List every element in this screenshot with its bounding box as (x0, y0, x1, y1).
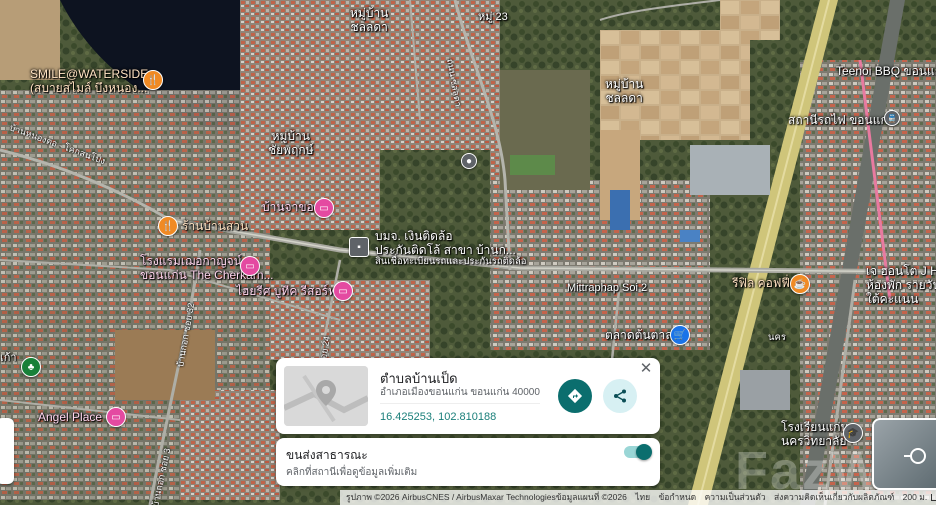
toggle-knob (636, 444, 652, 460)
layer-toggle-thumbnail[interactable] (872, 418, 936, 490)
card-divider (380, 403, 540, 404)
directions-button[interactable] (558, 379, 592, 413)
imagery-attribution: รูปภาพ ©2026 AirbusCNES / AirbusMaxar Te… (346, 492, 627, 502)
street-view-thumbnail[interactable] (0, 418, 14, 484)
close-icon: ✕ (639, 360, 653, 377)
transit-subtitle: คลิกที่สถานีเพื่อดูข้อมูลเพิ่มเติม (286, 467, 418, 478)
label-ngoen-tid-lor-sub: สินเชื่อทะเบียนรถและประกันรถติดล้อ (375, 256, 527, 267)
label-banjachong[interactable]: บ้านจาของ (262, 200, 320, 214)
share-button[interactable] (603, 379, 637, 413)
hotel-pin-icon[interactable]: ▭ (240, 256, 260, 276)
label-nakon: นคร (768, 332, 786, 343)
label-rifle-coffee[interactable]: รีฟิล คอฟฟี่ (732, 276, 790, 290)
label-angel-place[interactable]: Angel Place (38, 410, 102, 424)
restaurant-pin-icon[interactable]: 🍴 (158, 216, 178, 236)
privacy-link[interactable]: ความเป็นส่วนตัว (705, 492, 766, 502)
label-moo-23[interactable]: หมู่ 23 (478, 11, 508, 24)
hotel-pin-icon[interactable]: ▭ (314, 198, 334, 218)
map-footer: รูปภาพ ©2026 AirbusCNES / AirbusMaxar Te… (340, 490, 936, 505)
label-teenoi-bbq[interactable]: Teenoi BBQ ขอนแก่ (836, 64, 936, 78)
directions-icon (567, 388, 583, 404)
scale-bar (931, 494, 936, 502)
label-left-edge: เก้า (0, 352, 17, 364)
label-village-chaiyaphruek[interactable]: หมู่บ้าน ชัยพฤกษ์ (268, 129, 314, 157)
share-icon (614, 389, 626, 403)
restaurant-pin-icon[interactable]: 🍴 (143, 70, 163, 90)
hotel-pin-icon[interactable]: ▭ (333, 281, 353, 301)
label-village-chonlada-top[interactable]: หมู่บ้าน ชลลดา (350, 6, 388, 34)
label-ngoen-tid-lor[interactable]: บมจ. เงินติดล้อ ประกันติดโล้ สาขา บ้านก.… (375, 229, 516, 257)
train-pin-icon[interactable]: 🚆 (884, 110, 900, 126)
location-pin-icon[interactable]: ● (461, 153, 477, 169)
feedback-link[interactable]: ส่งความคิดเห็นเกี่ยวกับผลิตภัณฑ์ (774, 492, 894, 502)
shopping-pin-icon[interactable]: 🛒 (670, 325, 690, 345)
map-placeholder-icon (284, 366, 368, 426)
scale-label[interactable]: 200 ม. (903, 492, 928, 502)
label-village-chonlada-right[interactable]: หมู่บ้าน ชลลดา (605, 77, 643, 105)
label-railway-station[interactable]: สถานีรถไฟ ขอนแก่น (788, 113, 896, 127)
close-button[interactable]: ✕ (638, 361, 654, 377)
label-talad-tontan[interactable]: ตลาดต้นตาล (605, 328, 673, 342)
label-j-home[interactable]: เจ ฮอนโต J Ho ห้องพัก รายวัน ร ใต้คะแนน (866, 264, 936, 306)
place-address: อำเภอเมืองขอนแก่น ขอนแก่น 40000 (380, 387, 540, 398)
layer-thumbnail-icon (904, 448, 926, 464)
label-mittraphap-soi-2: Mittraphap Soi 2 (567, 282, 648, 294)
place-thumbnail[interactable] (284, 366, 368, 426)
terms-link[interactable]: ข้อกำหนด (658, 492, 696, 502)
transit-title: ขนส่งสาธารณะ (286, 448, 368, 462)
label-ban-suan[interactable]: ร้านบ้านสวน (182, 219, 248, 233)
language-link[interactable]: ไทย (635, 492, 650, 502)
business-pin-icon[interactable]: ▪ (349, 237, 369, 257)
cafe-pin-icon[interactable]: ☕ (790, 274, 810, 294)
park-pin-icon[interactable]: ♣ (21, 357, 41, 377)
label-boutique-resort[interactable]: ไฮยรีศ บูทีค รีสอร์ท (236, 284, 336, 298)
transit-toggle[interactable] (624, 444, 652, 460)
hotel-pin-icon[interactable]: ▭ (106, 407, 126, 427)
label-smile-waterside[interactable]: SMILE@WATERSIDE (สบายสไมล์ บึงหนอง... (30, 67, 148, 95)
public-transit-card[interactable]: ขนส่งสาธารณะ คลิกที่สถานีเพื่อดูข้อมูลเพ… (276, 438, 660, 486)
place-coordinates[interactable]: 16.425253, 102.810188 (380, 411, 496, 423)
place-info-card[interactable]: ตำบลบ้านเป็ด อำเภอเมืองขอนแก่น ขอนแก่น 4… (276, 358, 660, 434)
